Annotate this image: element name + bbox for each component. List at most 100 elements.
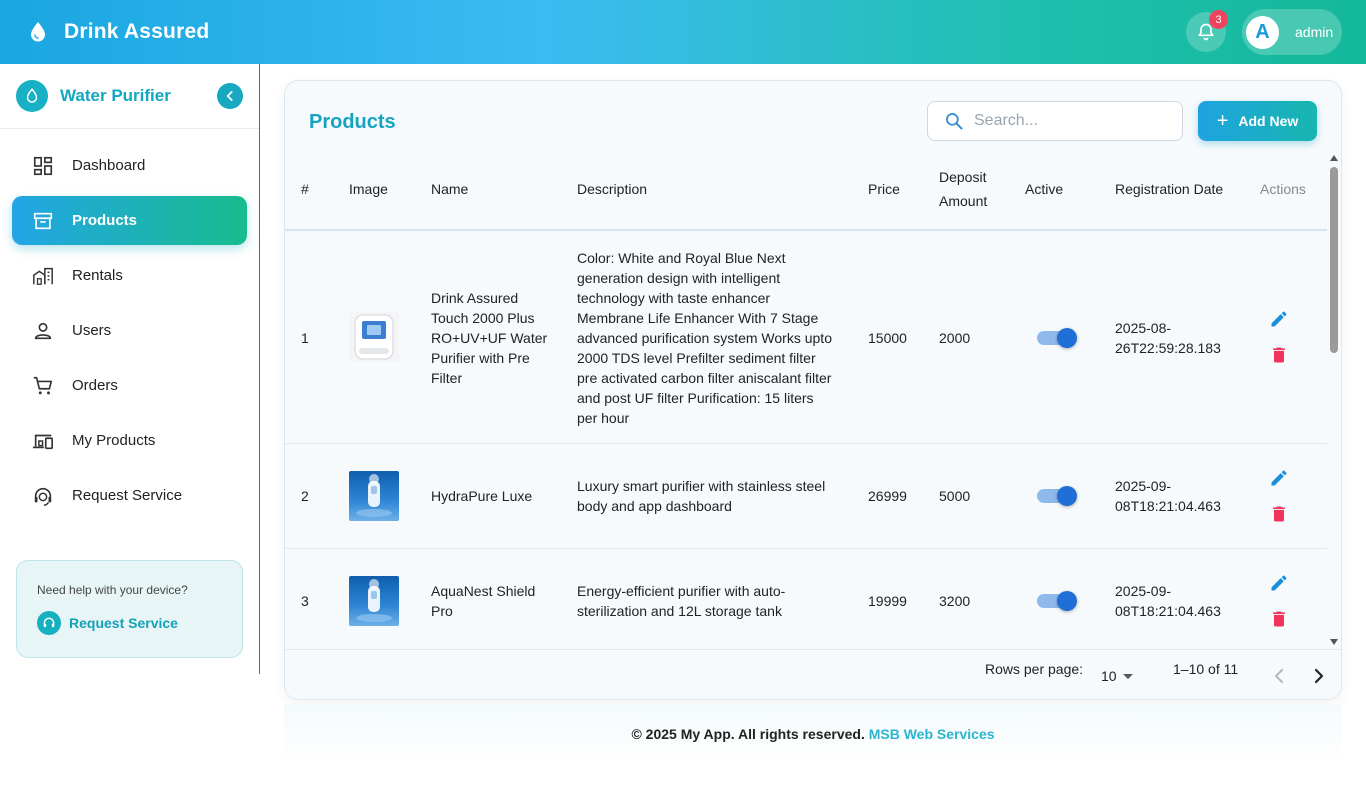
user-menu[interactable]: A admin — [1242, 9, 1342, 55]
sidebar-item-users[interactable]: Users — [12, 306, 247, 355]
notifications-button[interactable]: 3 — [1186, 10, 1228, 52]
brand[interactable]: Drink Assured — [26, 20, 209, 44]
table-row: 3 AquaNest Shield Pro Energy-efficient p… — [285, 549, 1327, 649]
active-toggle[interactable] — [1037, 486, 1077, 506]
request-service-link-label: Request Service — [69, 615, 178, 631]
sidebar-item-label: My Products — [72, 432, 156, 449]
toggle-knob — [1057, 486, 1077, 506]
sidebar-item-products[interactable]: Products — [12, 196, 247, 245]
registration-date-part: 2025-09- — [1115, 583, 1172, 599]
product-image[interactable] — [349, 312, 399, 362]
row-number: 3 — [301, 593, 309, 609]
column-header-number[interactable]: # — [301, 177, 309, 201]
water-drop-icon — [16, 80, 48, 112]
product-name: AquaNest Shield Pro — [431, 583, 536, 619]
username-label: admin — [1295, 24, 1334, 40]
sidebar-item-label: Dashboard — [72, 157, 146, 174]
column-header-active[interactable]: Active — [1025, 177, 1063, 201]
toggle-knob — [1057, 328, 1077, 348]
table-row: 2 HydraPure Luxe Luxury smart purifier w… — [285, 444, 1327, 549]
plus-icon: + — [1216, 110, 1229, 132]
archive-box-icon — [33, 212, 53, 229]
buildings-icon — [33, 267, 53, 285]
product-image[interactable] — [349, 576, 399, 626]
copyright-text: © 2025 My App. All rights reserved. — [631, 726, 865, 742]
toggle-knob — [1057, 591, 1077, 611]
column-header-price[interactable]: Price — [868, 177, 900, 201]
table-header: # Image Name Description Price Deposit A… — [285, 153, 1327, 231]
product-price: 19999 — [868, 593, 907, 609]
sidebar-item-label: Request Service — [72, 487, 183, 504]
row-number: 2 — [301, 488, 309, 504]
edit-icon[interactable] — [1269, 573, 1289, 593]
registration-date: 2025-09- 08T18:21:04.463 — [1115, 581, 1221, 621]
request-service-link[interactable]: Request Service — [37, 611, 242, 635]
product-name: HydraPure Luxe — [431, 488, 533, 504]
active-toggle[interactable] — [1037, 328, 1077, 348]
scroll-up-arrow-icon[interactable] — [1330, 155, 1338, 161]
sidebar-item-dashboard[interactable]: Dashboard — [12, 141, 247, 190]
sidebar-header: Water Purifier — [0, 64, 259, 129]
collapse-sidebar-button[interactable] — [217, 83, 243, 109]
table-scrollbar[interactable] — [1328, 153, 1340, 649]
chevron-right-icon[interactable] — [1307, 664, 1331, 688]
search-icon — [946, 113, 963, 130]
sidebar: Water Purifier Dashboard Products Rental… — [0, 64, 260, 674]
msb-web-services-link[interactable]: MSB Web Services — [869, 726, 995, 742]
sidebar-item-label: Rentals — [72, 267, 123, 284]
registration-date-part: 2025-08- — [1115, 320, 1172, 336]
caret-down-icon[interactable] — [1123, 674, 1133, 679]
sidebar-item-my-products[interactable]: My Products — [12, 416, 247, 465]
add-new-label: Add New — [1238, 113, 1299, 129]
product-price: 26999 — [868, 488, 907, 504]
sidebar-title: Water Purifier — [60, 86, 171, 105]
dashboard-icon — [33, 156, 53, 175]
table-row: 1 Drink Assured Touch 2000 Plus RO+UV+UF… — [285, 231, 1327, 444]
sidebar-item-request-service[interactable]: Request Service — [12, 471, 247, 520]
page-footer: © 2025 My App. All rights reserved. MSB … — [284, 704, 1342, 766]
sidebar-item-orders[interactable]: Orders — [12, 361, 247, 410]
help-card: Need help with your device? Request Serv… — [16, 560, 243, 658]
product-image[interactable] — [349, 471, 399, 521]
person-icon — [34, 322, 52, 339]
delete-icon[interactable] — [1269, 504, 1289, 524]
pagination-range: 1–10 of 11 — [1173, 661, 1239, 677]
column-header-image[interactable]: Image — [349, 177, 388, 201]
add-new-button[interactable]: + Add New — [1198, 101, 1317, 141]
search-input[interactable] — [974, 112, 1164, 130]
help-text: Need help with your device? — [37, 583, 188, 597]
active-toggle[interactable] — [1037, 591, 1077, 611]
sidebar-item-label: Orders — [72, 377, 118, 394]
scroll-down-arrow-icon[interactable] — [1330, 639, 1338, 645]
registration-date-part: 26T22:59:28.183 — [1115, 340, 1221, 356]
delete-icon[interactable] — [1269, 609, 1289, 629]
sidebar-item-rentals[interactable]: Rentals — [12, 251, 247, 300]
table-pagination: Rows per page: 10 1–10 of 11 — [285, 649, 1341, 699]
product-description: Energy-efficient purifier with auto-ster… — [577, 583, 786, 619]
delete-icon[interactable] — [1269, 345, 1289, 365]
registration-date: 2025-09- 08T18:21:04.463 — [1115, 476, 1221, 516]
scrollbar-thumb[interactable] — [1330, 167, 1338, 353]
edit-icon[interactable] — [1269, 309, 1289, 329]
column-header-name[interactable]: Name — [431, 177, 468, 201]
edit-icon[interactable] — [1269, 468, 1289, 488]
top-app-bar: Drink Assured 3 A admin — [0, 0, 1366, 64]
column-header-registration-date[interactable]: Registration Date — [1115, 177, 1223, 201]
product-deposit: 5000 — [939, 488, 971, 504]
chevron-left-icon[interactable] — [1267, 664, 1291, 688]
cart-icon — [33, 376, 53, 394]
search-box[interactable] — [927, 101, 1183, 141]
column-header-description[interactable]: Description — [577, 177, 647, 201]
product-price: 15000 — [868, 330, 907, 346]
avatar: A — [1246, 15, 1279, 49]
row-number: 1 — [301, 330, 309, 346]
product-description: Color: White and Royal Blue Next generat… — [577, 250, 832, 426]
support-agent-icon — [34, 487, 52, 506]
column-header-deposit[interactable]: Deposit Amount — [939, 165, 1003, 213]
product-deposit: 3200 — [939, 593, 971, 609]
registration-date-part: 08T18:21:04.463 — [1115, 603, 1221, 619]
sidebar-item-label: Products — [72, 212, 138, 229]
page-title: Products — [309, 111, 396, 133]
products-card: Products + Add New # Image Name Descript… — [284, 80, 1342, 700]
rows-per-page-select[interactable]: 10 — [1101, 668, 1117, 684]
